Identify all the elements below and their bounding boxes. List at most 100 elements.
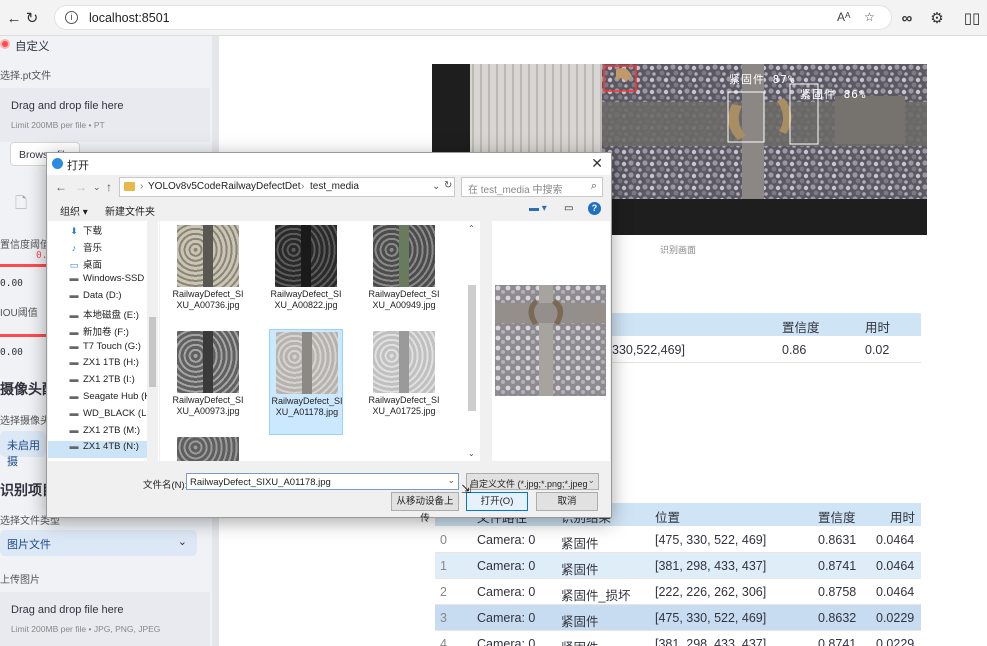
camera-select-value: 未启用摄 (7, 440, 40, 468)
address-path-bar[interactable]: › YOLOv8v5Code › RailwayDefectDet › test… (119, 177, 455, 197)
nav-item[interactable]: ▬ Seagate Hub (K: (48, 391, 149, 408)
table-row[interactable]: 1 Camera: 0 紧固件 [381, 298, 433, 437] 0.8741 0… (435, 553, 921, 579)
recent-chevron-icon[interactable]: ⌄ (93, 182, 101, 193)
dialog-search-box[interactable]: 在 test_media 中搜索 ⌕ (461, 177, 603, 197)
nav-scrollbar[interactable] (147, 221, 158, 461)
preview-pane-icon[interactable]: ▭ (564, 203, 573, 214)
radio-selected-icon[interactable] (0, 39, 10, 49)
copilot-icon[interactable]: ∞ (897, 8, 917, 28)
table-cell-conf: 0.8741 (818, 637, 857, 646)
table-cell-result: 紧固件 (561, 637, 599, 646)
search-icon: ⌕ (590, 180, 597, 192)
nav-item[interactable]: ▬ 本地磁盘 (E:) (48, 307, 148, 324)
files-scroll-thumb[interactable] (468, 285, 476, 411)
back-icon[interactable]: ← (4, 8, 24, 28)
confidence-label: 置信度阈值 (0, 240, 50, 251)
files-scrollbar[interactable]: ⌃ ⌄ (465, 221, 479, 461)
refresh-icon[interactable]: ↻ (444, 180, 452, 191)
file-thumbnail (177, 437, 239, 461)
cancel-button[interactable]: 取消 (536, 492, 598, 511)
forward-arrow-icon[interactable]: → (75, 180, 87, 194)
path-segment-3[interactable]: test_media (310, 181, 359, 192)
summary-header-time: 用时 (865, 321, 891, 335)
file-item[interactable]: RailwayDefect_SIXU_A01178.jpg (269, 329, 343, 435)
nav-item[interactable]: ♪ 音乐 (48, 240, 148, 257)
nav-item[interactable]: ▬ ZX1 4TB (N:) (48, 441, 148, 459)
table-row[interactable]: 4 Camera: 0 紧固件 [381, 298, 433, 437] 0.8741 0… (435, 631, 921, 646)
organize-button[interactable]: 组织 ▾ (60, 203, 88, 218)
table-cell-path: Camera: 0 (477, 637, 536, 646)
drive-icon: ▬ (69, 290, 79, 301)
iou-slider[interactable] (0, 334, 46, 337)
nav-item[interactable]: ▬ 新加卷 (F:) (48, 324, 148, 341)
help-icon[interactable]: ? (588, 202, 601, 215)
pt-dropzone[interactable]: Drag and drop file here Limit 200MB per … (0, 88, 210, 142)
nav-item[interactable]: ▭ 桌面 (48, 257, 148, 274)
refresh-icon[interactable]: ↻ (22, 8, 42, 28)
read-aloud-icon[interactable]: Aᴬ (837, 10, 850, 24)
nav-item[interactable]: ▬ WD_BLACK (L:) (48, 408, 149, 425)
nav-item[interactable]: ▬ ZX1 2TB (I:) (48, 374, 148, 391)
file-thumbnail (276, 332, 338, 394)
chevron-down-icon: ⌄ (177, 536, 187, 548)
nav-item[interactable]: ▬ ZX1 2TB (M:) (48, 425, 148, 442)
file-item[interactable]: RailwayDefect_SIXU_A00973.jpg (171, 329, 245, 435)
filetype-select[interactable]: 图片文件 ⌄ (0, 530, 197, 556)
file-list: RailwayDefect_SIXU_A00736.jpg RailwayDefe… (160, 221, 480, 461)
filename-input[interactable]: RailwayDefect_SIXU_A01178.jpg ⌄ (186, 473, 459, 490)
filter-dropdown-icon[interactable]: ⌄ (587, 475, 595, 486)
up-arrow-icon[interactable]: ↑ (106, 180, 112, 194)
close-icon[interactable]: ✕ (591, 155, 603, 172)
dialog-titlebar: 打开 ✕ (47, 153, 611, 175)
nav-item[interactable]: ▬ T7 Touch (G:) (48, 341, 148, 358)
scroll-down-icon[interactable]: ⌄ (468, 449, 475, 458)
mouse-cursor-icon: ⇲ (461, 482, 472, 496)
drive-icon: ▬ (69, 326, 79, 337)
view-options-icon[interactable]: ▬ ▾ (529, 203, 547, 214)
nav-item-label: Windows-SSD (C (83, 273, 148, 285)
browser-toolbar: ← ↻ i localhost:8501 Aᴬ ☆ ∞ ⚙ ▯▯ (0, 0, 987, 36)
url-text[interactable]: localhost:8501 (89, 11, 170, 25)
dialog-title: 打开 (67, 160, 89, 172)
drive-icon: ▬ (69, 273, 79, 284)
file-item[interactable]: RailwayDefect_SIXU_A00949.jpg (367, 223, 441, 329)
pt-file-label: 选择.pt文件 (0, 71, 52, 82)
table-cell-result: 紧固件 (561, 563, 599, 577)
image-dropzone[interactable]: Drag and drop file here Limit 200MB per … (0, 592, 210, 646)
back-arrow-icon[interactable]: ← (55, 180, 67, 194)
drive-icon: ▬ (69, 340, 79, 351)
confidence-slider[interactable] (0, 264, 46, 267)
custom-option-label[interactable]: 自定义 (15, 38, 50, 54)
table-row[interactable]: 0 Camera: 0 紧固件 [475, 330, 522, 469] 0.8631 0… (435, 527, 921, 553)
nav-scroll-thumb[interactable] (149, 317, 156, 387)
extensions-icon[interactable]: ⚙ (927, 8, 947, 28)
table-row[interactable]: 2 Camera: 0 紧固件_损坏 [222, 226, 262, 306] 0.87… (435, 579, 921, 605)
nav-item-label: ZX1 1TB (H:) (83, 357, 139, 369)
file-item-partial[interactable] (171, 435, 245, 461)
new-folder-button[interactable]: 新建文件夹 (105, 203, 155, 218)
file-item[interactable]: RailwayDefect_SIXU_A00736.jpg (171, 223, 245, 329)
info-icon[interactable]: i (65, 11, 78, 24)
favorite-star-icon[interactable]: ☆ (864, 10, 875, 24)
address-bar[interactable]: i localhost:8501 Aᴬ ☆ (54, 5, 892, 30)
file-thumbnail (177, 331, 239, 393)
file-type-filter[interactable]: 自定义文件 (*.jpg;*.png;*.jpeg ⌄ (466, 473, 599, 490)
nav-item[interactable]: ⬇ 下载 (48, 223, 148, 240)
camera-select[interactable]: 未启用摄 (0, 431, 46, 468)
nav-item[interactable]: ▬ ZX1 1TB (H:) (48, 357, 148, 374)
file-item[interactable]: RailwayDefect_SIXU_A00822.jpg (269, 223, 343, 329)
table-row[interactable]: 3 Camera: 0 紧固件 [475, 330, 522, 469] 0.8632 0… (435, 605, 921, 631)
file-icon: 🗋 (15, 195, 28, 212)
nav-item[interactable]: ▬ Data (D:) (48, 290, 148, 307)
file-item[interactable]: RailwayDefect_SIXU_A01725.jpg (367, 329, 441, 435)
mobile-upload-button[interactable]: 从移动设备上传 (391, 492, 459, 524)
open-button[interactable]: 打开(O) (466, 492, 528, 511)
path-dropdown-icon[interactable]: ⌄ (432, 181, 440, 192)
scroll-up-icon[interactable]: ⌃ (468, 224, 475, 233)
path-segment-2[interactable]: RailwayDefectDet (221, 181, 300, 192)
nav-item-label: 本地磁盘 (E:) (83, 310, 139, 321)
nav-item[interactable]: ▬ Windows-SSD (C (48, 273, 149, 290)
split-screen-icon[interactable]: ▯▯ (962, 8, 982, 28)
filename-dropdown-icon[interactable]: ⌄ (447, 475, 455, 486)
path-segment-1[interactable]: YOLOv8v5Code (148, 181, 221, 192)
